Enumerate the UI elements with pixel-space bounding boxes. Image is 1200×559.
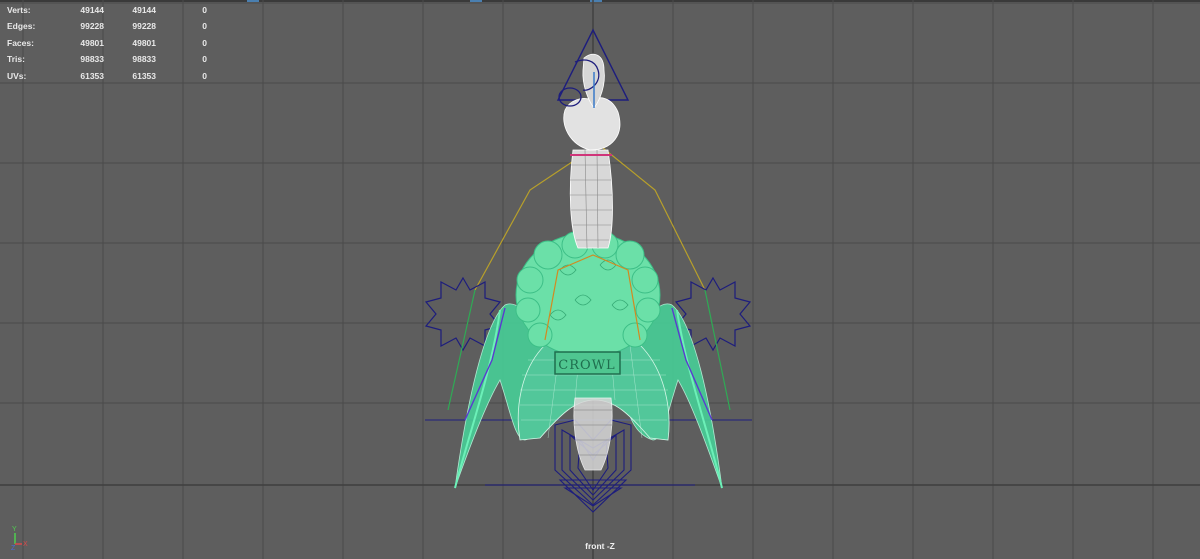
hud-row-edges: Edges: 99228 99228 0 bbox=[7, 18, 207, 34]
hud-label: Edges: bbox=[7, 21, 36, 32]
hud-value: 99228 bbox=[132, 21, 156, 32]
character-rig[interactable]: CROWL bbox=[424, 28, 752, 513]
hud-value: 61353 bbox=[80, 70, 104, 81]
hud-value: 0 bbox=[202, 70, 207, 81]
hud-row-verts: Verts: 49144 49144 0 bbox=[7, 2, 207, 18]
hud-value: 49144 bbox=[80, 5, 104, 15]
hud-label: Faces: bbox=[7, 37, 34, 48]
hud-row-faces: Faces: 49801 49801 0 bbox=[7, 35, 207, 51]
hud-label: Verts: bbox=[7, 5, 31, 15]
hud-value: 49801 bbox=[132, 37, 156, 48]
crowl-emblem[interactable]: CROWL bbox=[554, 351, 621, 375]
x-axis-label: X bbox=[23, 541, 28, 548]
z-axis-label: Z bbox=[11, 545, 16, 550]
hud-value: 49144 bbox=[132, 5, 156, 15]
camera-name-label: front -Z bbox=[585, 541, 615, 551]
viewport-front[interactable]: CROWL Verts: 49144 49144 0 Edges: 99228 … bbox=[0, 0, 1200, 559]
hud-value: 98833 bbox=[132, 54, 156, 65]
hud-value: 61353 bbox=[132, 70, 156, 81]
hud-row-tris: Tris: 98833 98833 0 bbox=[7, 51, 207, 67]
axis-gizmo: Y X Z bbox=[11, 526, 28, 550]
collar-mesh[interactable] bbox=[515, 231, 661, 358]
hud-value: 0 bbox=[202, 5, 207, 15]
crowl-emblem-text: CROWL bbox=[558, 358, 615, 373]
y-axis-label: Y bbox=[12, 526, 17, 533]
poly-count-hud: Verts: 49144 49144 0 Edges: 99228 99228 0 Faces:… bbox=[7, 2, 207, 84]
tail-mesh[interactable] bbox=[573, 397, 613, 471]
hud-label: Tris: bbox=[7, 54, 25, 65]
hud-label: UVs: bbox=[7, 70, 27, 81]
hud-value: 99228 bbox=[80, 21, 104, 32]
hud-value: 0 bbox=[202, 54, 207, 65]
right-wing-guide bbox=[704, 289, 731, 411]
hud-value: 0 bbox=[202, 21, 207, 32]
hud-value: 49801 bbox=[80, 37, 104, 48]
hud-row-uvs: UVs: 61353 61353 0 bbox=[7, 68, 207, 84]
hud-value: 98833 bbox=[80, 54, 104, 65]
hud-value: 0 bbox=[202, 37, 207, 48]
left-wing-guide bbox=[447, 289, 476, 411]
